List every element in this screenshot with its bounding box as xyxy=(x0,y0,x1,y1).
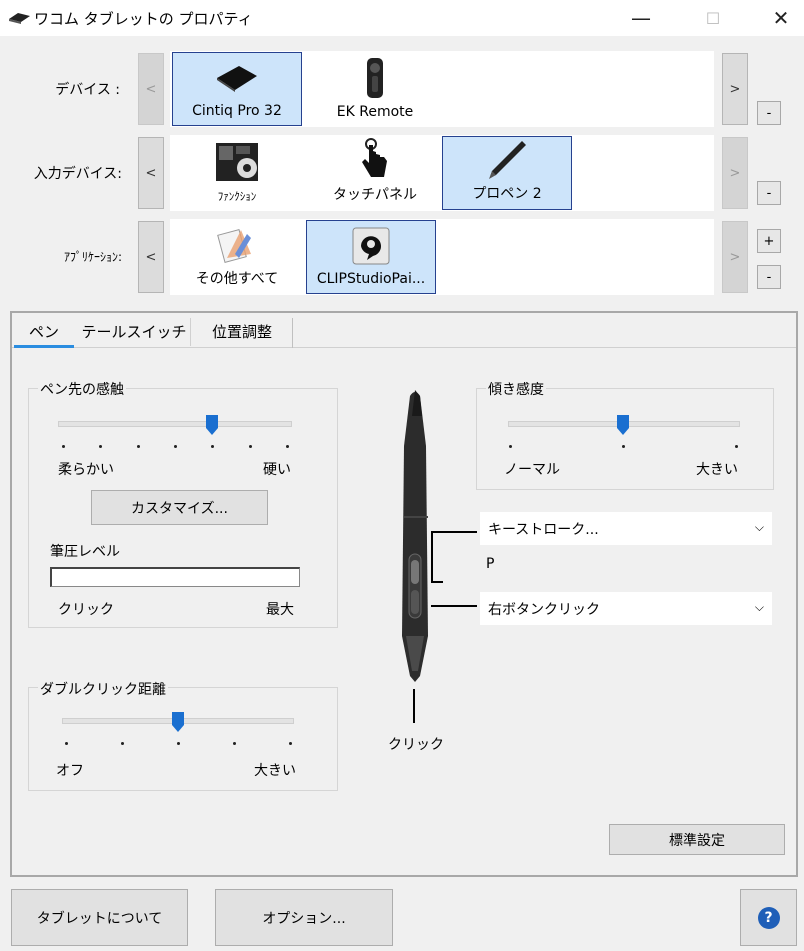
minimize-button[interactable]: — xyxy=(618,0,664,36)
slider-tick xyxy=(174,445,177,448)
tip-feel-slider-thumb[interactable] xyxy=(205,414,219,436)
active-tab-indicator xyxy=(14,345,74,348)
all-apps-icon xyxy=(172,220,302,268)
upper-button-detail: P xyxy=(486,556,495,572)
lower-button-dropdown[interactable]: 右ボタンクリック ⌵ xyxy=(480,592,772,625)
pressure-level-bar xyxy=(50,567,300,587)
slider-tick xyxy=(177,742,180,745)
customize-button[interactable]: カスタマイズ... xyxy=(91,490,268,525)
tip-feel-slider-track[interactable] xyxy=(58,421,292,427)
double-click-min-label: オフ xyxy=(56,763,84,779)
pressure-level-label: 筆圧レベル xyxy=(50,544,120,560)
remote-icon xyxy=(310,52,440,104)
tip-feel-min-label: 柔らかい xyxy=(58,462,114,478)
input-item-function[interactable]: ﾌｧﾝｸｼｮﾝ xyxy=(172,136,302,210)
upper-button-connector xyxy=(431,531,477,533)
tablet-icon xyxy=(173,53,301,103)
app-item-all[interactable]: その他すべて xyxy=(172,220,302,294)
tab-separator xyxy=(190,318,191,346)
app-item-label: CLIPStudioPai... xyxy=(316,271,426,287)
pressure-max-label: 最大 xyxy=(266,602,294,618)
application-label: ｱﾌﾟﾘｹｰｼｮﾝ: xyxy=(63,250,122,264)
tilt-title: 傾き感度 xyxy=(486,379,546,399)
input-item-label: プロペン 2 xyxy=(472,186,542,202)
options-button[interactable]: オプション... xyxy=(215,889,393,946)
function-keys-icon xyxy=(172,136,302,188)
clip-studio-icon xyxy=(307,221,435,271)
input-item-pro-pen[interactable]: プロペン 2 xyxy=(442,136,572,210)
device-next-button[interactable]: > xyxy=(722,53,748,125)
upper-button-connector xyxy=(431,531,433,583)
slider-tick xyxy=(286,445,289,448)
tip-connector xyxy=(413,689,415,723)
input-item-label: タッチパネル xyxy=(333,187,417,203)
input-next-button[interactable]: > xyxy=(722,137,748,209)
input-device-label: 入力デバイス: xyxy=(33,166,122,182)
tab-tail-switch[interactable]: テールスイッチ xyxy=(78,316,190,346)
input-remove-button[interactable]: - xyxy=(757,181,781,205)
upper-button-connector xyxy=(431,581,443,583)
chevron-down-icon: ⌵ xyxy=(754,520,764,534)
slider-tick xyxy=(136,445,140,448)
device-item-ek-remote[interactable]: EK Remote xyxy=(310,52,440,126)
pressure-click-label: クリック xyxy=(58,602,114,618)
lower-button-value: 右ボタンクリック xyxy=(488,601,600,618)
tilt-max-label: 大きい xyxy=(696,462,738,478)
device-item-label: EK Remote xyxy=(336,104,414,120)
device-item-cintiq[interactable]: Cintiq Pro 32 xyxy=(172,52,302,126)
tab-pen[interactable]: ペン xyxy=(14,316,74,346)
slider-tick xyxy=(735,445,738,448)
slider-tick xyxy=(121,742,124,745)
double-click-title: ダブルクリック距離 xyxy=(38,679,168,699)
help-icon: ? xyxy=(757,906,780,929)
double-click-slider-thumb[interactable] xyxy=(171,711,184,733)
maximize-button[interactable]: ☐ xyxy=(690,0,736,36)
tip-feel-title: ペン先の感触 xyxy=(38,379,126,399)
slider-tick xyxy=(509,445,512,448)
close-button[interactable]: ✕ xyxy=(758,0,804,36)
upper-button-dropdown[interactable]: キーストローク... ⌵ xyxy=(480,512,772,545)
slider-tick xyxy=(289,742,292,745)
app-next-button[interactable]: > xyxy=(722,221,748,293)
slider-tick xyxy=(65,742,68,745)
chevron-down-icon: ⌵ xyxy=(754,600,764,614)
slider-tick xyxy=(233,742,236,745)
window-title: ワコム タブレットの プロパティ xyxy=(34,10,253,28)
input-prev-button[interactable]: < xyxy=(138,137,164,209)
input-item-touch[interactable]: タッチパネル xyxy=(310,136,440,210)
upper-button-value: キーストローク... xyxy=(488,521,599,538)
defaults-button[interactable]: 標準設定 xyxy=(609,824,785,855)
tip-click-label: クリック xyxy=(388,737,444,753)
app-remove-button[interactable]: - xyxy=(757,265,781,289)
help-button[interactable]: ? xyxy=(740,889,797,946)
device-remove-button[interactable]: - xyxy=(757,101,781,125)
tab-divider xyxy=(12,347,796,348)
touch-hand-icon xyxy=(310,136,440,184)
about-tablet-button[interactable]: タブレットについて xyxy=(11,889,188,946)
input-item-label: ﾌｧﾝｸｼｮﾝ xyxy=(217,190,257,203)
tilt-min-label: ノーマル xyxy=(504,462,560,478)
slider-tick xyxy=(622,445,625,448)
tilt-slider-thumb[interactable] xyxy=(616,414,629,436)
app-add-button[interactable]: + xyxy=(757,229,781,253)
device-item-label: Cintiq Pro 32 xyxy=(192,103,282,119)
app-prev-button[interactable]: < xyxy=(138,221,164,293)
pen-icon xyxy=(443,137,571,183)
slider-tick xyxy=(248,445,252,448)
tab-separator xyxy=(292,318,293,348)
lower-button-connector xyxy=(431,605,477,607)
device-prev-button[interactable]: < xyxy=(138,53,164,125)
wacom-pen-icon xyxy=(8,10,32,26)
double-click-max-label: 大きい xyxy=(254,763,296,779)
device-label: デバイス : xyxy=(55,82,120,98)
tip-feel-max-label: 硬い xyxy=(263,462,291,478)
slider-tick xyxy=(62,445,65,448)
app-item-label: その他すべて xyxy=(195,271,279,287)
app-item-clip-studio[interactable]: CLIPStudioPai... xyxy=(306,220,436,294)
tab-calibration[interactable]: 位置調整 xyxy=(194,316,290,346)
pro-pen-illustration xyxy=(382,386,452,686)
